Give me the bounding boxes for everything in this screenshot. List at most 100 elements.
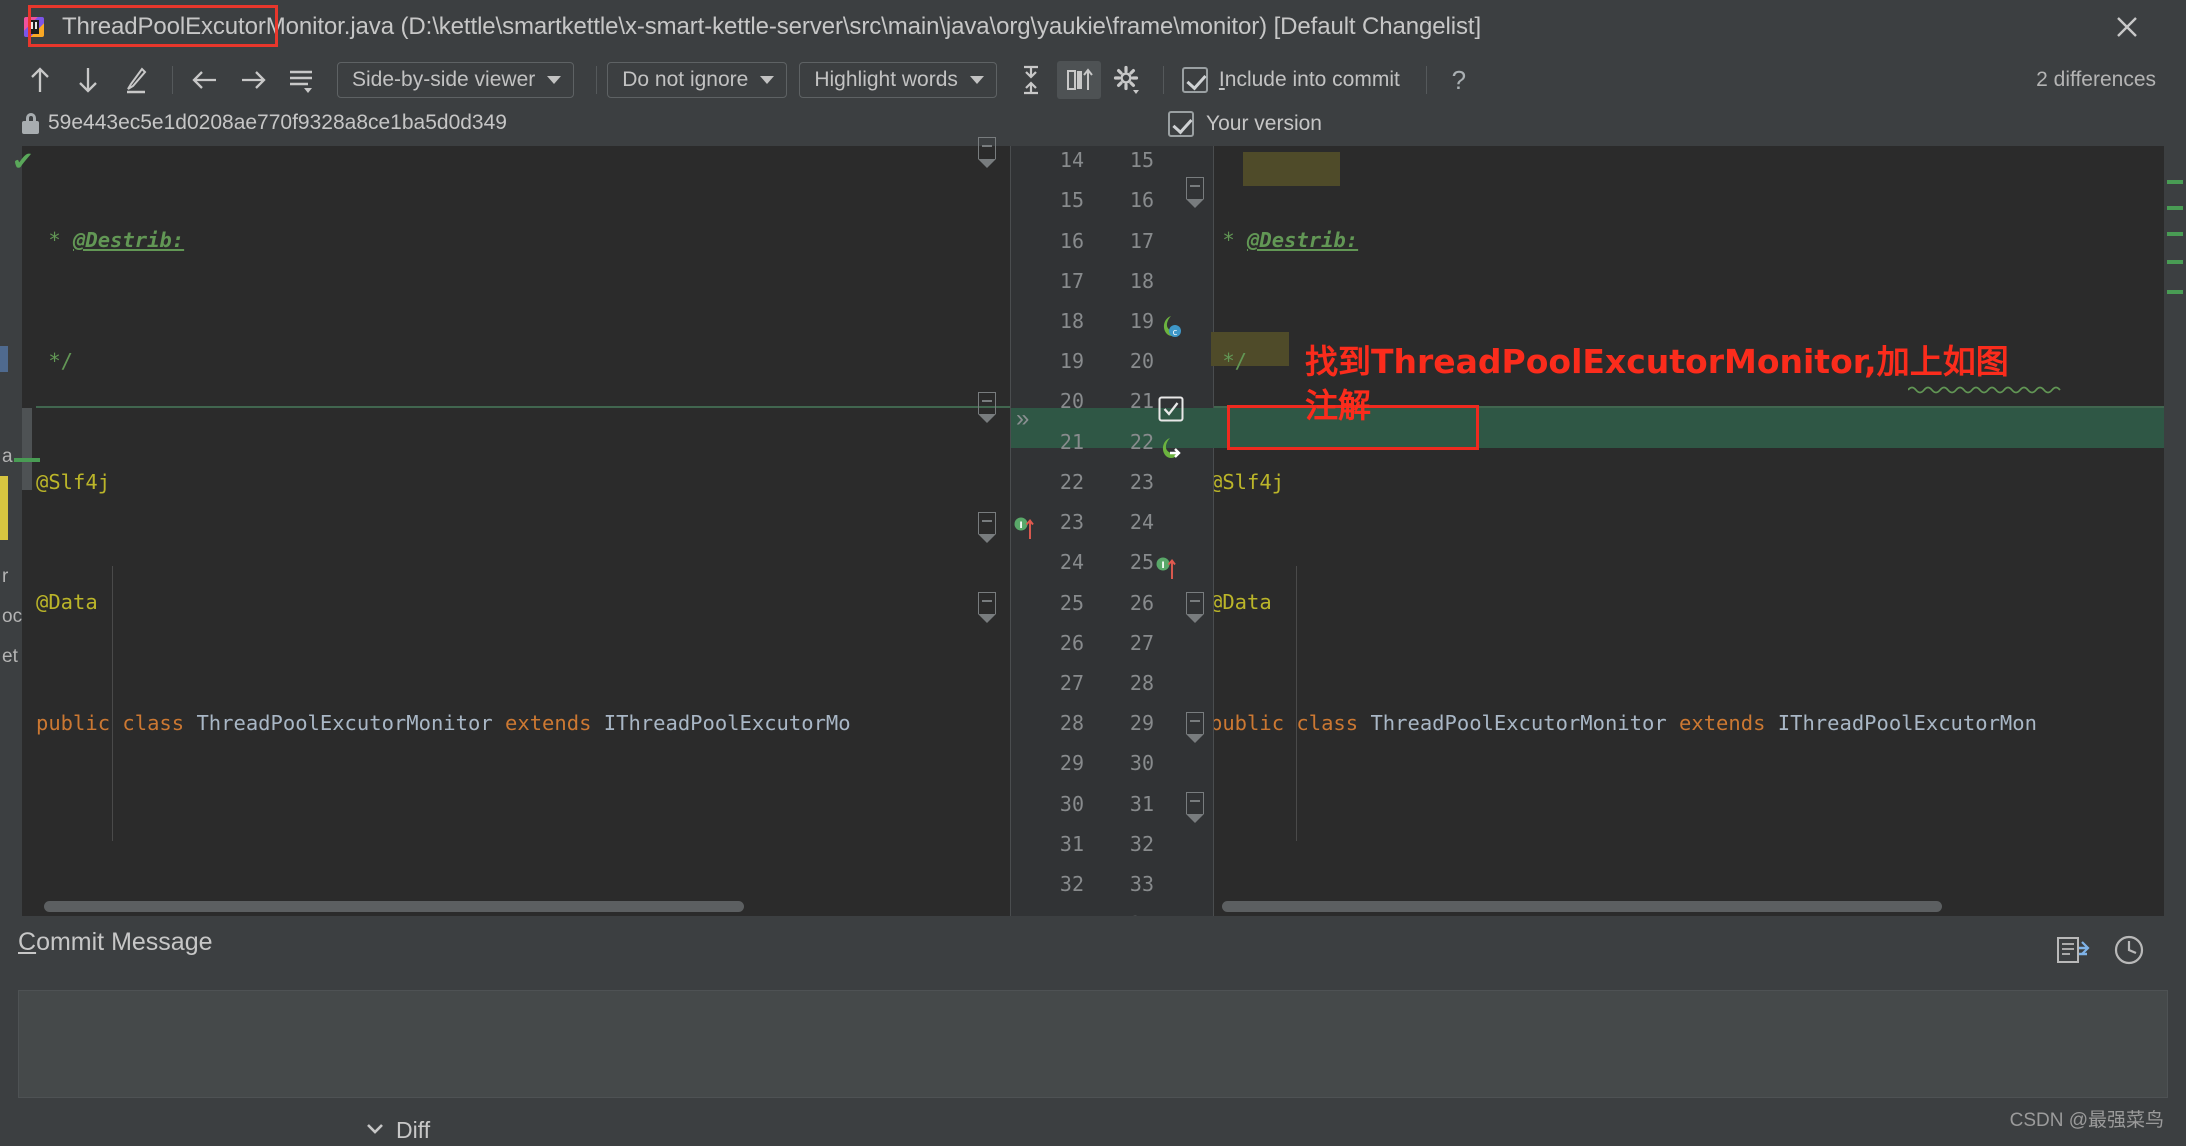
highlight-policy-combo[interactable]: Highlight words: [799, 62, 997, 98]
gutter-number-left: 23: [1059, 510, 1084, 534]
right-pane-horizontal-scrollbar[interactable]: [1222, 901, 1942, 912]
diff-window: ThreadPoolExcutorMonitor.java (D:\kettle…: [0, 0, 2186, 1146]
ignore-policy-combo[interactable]: Do not ignore: [607, 62, 788, 98]
ignore-policy-label: Do not ignore: [622, 68, 749, 91]
left-code-pane[interactable]: * @Destrib: */ @Slf4j @Data public class…: [0, 146, 1010, 916]
fold-marker-right-2[interactable]: [1185, 592, 1204, 623]
code-line: @Data: [36, 590, 98, 615]
gutter-number-left: 29: [1059, 751, 1084, 775]
right-error-squiggle: [1908, 386, 2061, 394]
go-forward-icon[interactable]: [231, 61, 275, 99]
gutter-number-right: 28: [1129, 671, 1154, 695]
gutter-number-right: 25: [1129, 550, 1154, 574]
gutter-number-right: 33: [1129, 872, 1154, 896]
gutter-number-right: 15: [1129, 148, 1154, 172]
left-code-lines: * @Destrib: */ @Slf4j @Data public class…: [36, 146, 863, 916]
spring-autowired-icon-22[interactable]: [1158, 436, 1184, 467]
gutter-number-right: 27: [1129, 631, 1154, 655]
minimap-change-mark: [2167, 206, 2183, 210]
diff-tab[interactable]: Diff: [364, 1117, 430, 1144]
commit-message-header: Commit Message: [18, 928, 2168, 990]
commit-panel: Commit Message Diff CSDN @最强菜鸟: [0, 916, 2186, 1146]
fold-marker-left-1[interactable]: [977, 137, 996, 168]
svg-text:c: c: [1173, 328, 1178, 338]
diff-tab-label: Diff: [396, 1117, 431, 1143]
gutter-number-right: 32: [1129, 832, 1154, 856]
annotate-icon[interactable]: [114, 61, 158, 99]
toolbar-divider-4: [1425, 66, 1427, 94]
left-revision-info: 59e443ec5e1d0208ae770f9328a8ce1ba5d0d349: [22, 111, 507, 135]
gutter-number-right: 19: [1129, 309, 1154, 333]
minimap-change-mark: [2167, 290, 2183, 294]
viewer-mode-label: Side-by-side viewer: [352, 68, 536, 91]
gutter-number-right: 20: [1129, 349, 1154, 373]
right-revision-info[interactable]: Your version: [1168, 111, 1322, 137]
intellij-file-icon: [22, 14, 48, 40]
fold-marker-left-2[interactable]: [977, 392, 996, 423]
lock-icon: [22, 112, 39, 134]
left-revision-hash: 59e443ec5e1d0208ae770f9328a8ce1ba5d0d349: [48, 111, 507, 134]
spring-bean-icon-19[interactable]: c: [1158, 314, 1184, 345]
close-icon[interactable]: [2106, 6, 2148, 48]
minimap-change-mark: [2167, 260, 2183, 264]
help-icon[interactable]: ?: [1437, 61, 1481, 99]
diff-editor: a r oc et * @Destrib: */ @Slf4j @Data pu…: [0, 137, 2186, 936]
gutter-number-left: 24: [1059, 550, 1084, 574]
gutter-number-right: 23: [1129, 470, 1154, 494]
gutter-number-left: 28: [1059, 711, 1084, 735]
fold-marker-right-1[interactable]: [1185, 177, 1204, 208]
svg-text:I: I: [1019, 521, 1022, 531]
run-gutter-icon-left-23[interactable]: I: [1014, 515, 1034, 548]
gutter-number-left: 20: [1059, 389, 1084, 413]
synchronize-scroll-icon[interactable]: [1056, 61, 1101, 99]
fold-marker-right-4[interactable]: [1185, 792, 1204, 823]
history-icon[interactable]: [2112, 934, 2146, 971]
menu-lines-icon[interactable]: [279, 61, 323, 99]
gutter-number-left: 22: [1059, 470, 1084, 494]
accept-change-checkbox-21[interactable]: [1158, 396, 1184, 427]
title-bar: ThreadPoolExcutorMonitor.java (D:\kettle…: [0, 0, 2186, 54]
gutter-number-left: 19: [1059, 349, 1084, 373]
right-code-pane[interactable]: * @Destrib: */ @Slf4j @Data public class…: [1214, 146, 2186, 916]
right-code-lines: * @Destrib: */ @Slf4j @Data public class…: [1214, 146, 2062, 916]
gutter-number-right: 29: [1129, 711, 1154, 735]
gutter-number-left: 21: [1059, 430, 1084, 454]
gutter-number-left: 18: [1059, 309, 1084, 333]
include-into-commit-checkbox[interactable]: Include into commit: [1181, 67, 1400, 93]
window-title-highlighted: ThreadPoolExcutorMonitor.: [62, 13, 351, 40]
your-version-checkbox[interactable]: [1168, 111, 1194, 137]
commit-message-input[interactable]: [18, 990, 2168, 1098]
chevron-down-icon: [969, 76, 984, 84]
run-gutter-icon-right-25[interactable]: I: [1156, 555, 1176, 588]
code-line: public class ThreadPoolExcutorMonitor ex…: [1214, 710, 2037, 735]
next-difference-icon[interactable]: [66, 61, 110, 99]
revision-bar: 59e443ec5e1d0208ae770f9328a8ce1ba5d0d349…: [0, 106, 2186, 146]
chevron-down-icon: [760, 76, 775, 84]
go-back-icon[interactable]: [183, 61, 227, 99]
gutter-number-left: 14: [1059, 148, 1084, 172]
fold-marker-left-3[interactable]: [977, 512, 996, 543]
chevron-down-icon: [547, 76, 562, 84]
minimap-change-mark: [2167, 180, 2183, 184]
gear-icon[interactable]: [1105, 61, 1149, 99]
annotation-line-2: 注解: [1305, 386, 1371, 425]
code-line: * @Destrib:: [1222, 228, 1359, 253]
fold-marker-right-3[interactable]: [1185, 712, 1204, 743]
viewer-mode-combo[interactable]: Side-by-side viewer: [337, 62, 575, 98]
code-line: @Slf4j: [1214, 469, 1285, 494]
gutter-number-right: 22: [1129, 430, 1154, 454]
minimap-change-mark: [2167, 232, 2183, 236]
gutter-number-right: 16: [1129, 188, 1154, 212]
chinese-annotation-note-2: 注解: [1305, 386, 1371, 425]
window-title-rest: java (D:\kettle\smartkettle\x-smart-kett…: [350, 13, 1482, 40]
gutter-number-left: 15: [1059, 188, 1084, 212]
left-pane-horizontal-scrollbar[interactable]: [44, 901, 744, 912]
chinese-annotation-note: 找到ThreadPoolExcutorMonitor,加上如图: [1305, 342, 2009, 381]
message-template-icon[interactable]: [2056, 934, 2090, 971]
code-line: @Slf4j: [36, 469, 111, 494]
fold-marker-left-4[interactable]: [977, 592, 996, 623]
previous-difference-icon[interactable]: [18, 61, 62, 99]
toolbar-divider-3: [1162, 66, 1164, 94]
collapse-unchanged-icon[interactable]: [1009, 61, 1053, 99]
